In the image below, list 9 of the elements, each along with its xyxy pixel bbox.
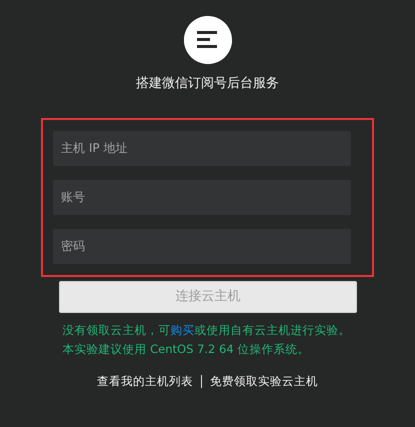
input-field[interactable]: 密码 <box>53 228 351 264</box>
input-field[interactable]: 账号 <box>53 180 351 214</box>
footer-link[interactable]: 免费领取实验云主机 <box>210 372 318 390</box>
input-field[interactable]: 主机 IP 地址 <box>53 130 351 166</box>
notice-text: 没有领取云主机，可购买或使用自有云主机进行实验。本实验建议使用 CentOS 7.2 64 位操作系统。 <box>62 322 352 358</box>
page-title: 搭建微信订阅号后台服务 <box>136 75 279 93</box>
buy-link[interactable]: 购买 <box>170 322 194 336</box>
logo-icon <box>184 16 232 64</box>
footer-link[interactable]: 查看我的主机列表 <box>97 372 193 390</box>
